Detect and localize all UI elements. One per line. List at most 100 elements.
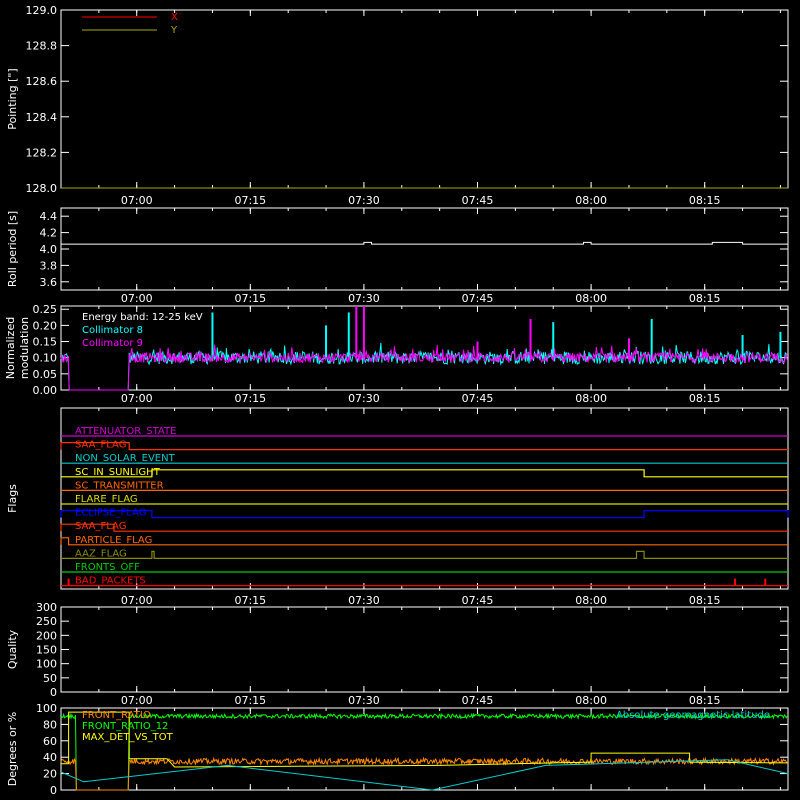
modulation-series-0 bbox=[60, 342, 788, 391]
flag-label: NON_SOLAR_EVENT bbox=[75, 453, 176, 464]
quality-ytick-label: 250 bbox=[36, 615, 57, 628]
flags-xtick-label: 08:15 bbox=[689, 594, 721, 607]
ratios-ytick-label: 20 bbox=[43, 768, 57, 781]
flags-xtick-label: 07:15 bbox=[234, 594, 266, 607]
quality-ytick-label: 300 bbox=[36, 601, 57, 614]
flag-line bbox=[60, 523, 788, 532]
modulation-series-1 bbox=[60, 344, 788, 391]
pointing-xtick-label: 07:00 bbox=[121, 194, 153, 207]
roll-ytick-label: 4.4 bbox=[40, 210, 58, 223]
flags-xtick-label: 07:00 bbox=[121, 594, 153, 607]
flag-label: PARTICLE_FLAG bbox=[75, 535, 152, 546]
flag-label: FLARE_FLAG bbox=[75, 494, 138, 505]
pointing-xtick-label: 08:00 bbox=[575, 194, 607, 207]
ratios-ytick-label: 0 bbox=[50, 784, 57, 797]
ratios-ylabel: Degrees or % bbox=[6, 712, 19, 786]
flag-label: SC_IN_SUNLIGHT bbox=[75, 467, 161, 478]
quality-xtick-label: 07:15 bbox=[234, 694, 266, 707]
pointing-xtick-label: 07:45 bbox=[462, 194, 494, 207]
quality-xtick-label: 07:00 bbox=[121, 694, 153, 707]
flag-label: SC_TRANSMITTER bbox=[75, 480, 164, 491]
pointing-legend-label: Y bbox=[170, 25, 178, 36]
pointing-ytick-label: 128.2 bbox=[26, 146, 58, 159]
modulation-ylabel: Normalized bbox=[4, 317, 17, 379]
modulation-ytick-label: 0.10 bbox=[33, 352, 58, 365]
pointing-legend-label: X bbox=[171, 12, 178, 23]
roll-ylabel: Roll period [s] bbox=[6, 211, 19, 287]
roll-ytick-label: 4.2 bbox=[40, 227, 58, 240]
modulation-legend-label: Collimator 9 bbox=[82, 338, 143, 349]
roll-xtick-label: 07:15 bbox=[234, 292, 266, 305]
ratios-legend-label: FRONT_RATIO_12 bbox=[82, 721, 168, 732]
pointing-xtick-label: 07:15 bbox=[234, 194, 266, 207]
chart-canvas: 07:00 07:15 07:30 07:45 08:00 08:15 Pointing [… bbox=[4, 4, 789, 797]
ratios-ytick-label: 60 bbox=[43, 735, 57, 748]
flag-label: FRONTS_OFF bbox=[75, 562, 140, 573]
modulation-annotation: Energy band: 12-25 keV bbox=[82, 312, 203, 323]
chart-root: 07:00 07:15 07:30 07:45 08:00 08:15 Pointing [… bbox=[4, 4, 789, 797]
modulation-ytick-label: 0.15 bbox=[33, 336, 58, 349]
flag-label: ECLIPSE_FLAG bbox=[75, 508, 146, 519]
roll-frame bbox=[60, 207, 789, 291]
quality-xtick-label: 07:30 bbox=[348, 694, 380, 707]
modulation-ytick-label: 0.20 bbox=[33, 319, 58, 332]
flag-line bbox=[60, 442, 788, 451]
flag-line bbox=[61, 550, 788, 560]
pointing-xtick-label: 07:30 bbox=[348, 194, 380, 207]
pointing-xtick-label: 08:15 bbox=[689, 194, 721, 207]
flags-xtick-label: 08:00 bbox=[575, 594, 607, 607]
flags-ylabel: Flags bbox=[6, 484, 19, 513]
ratios-annotation: Absolute geomagnetic latitude bbox=[616, 710, 770, 721]
roll-ytick-label: 3.8 bbox=[40, 259, 58, 272]
modulation-xtick-label: 08:00 bbox=[575, 392, 607, 405]
roll-xtick-label: 07:00 bbox=[121, 292, 153, 305]
quality-xtick-label: 07:45 bbox=[462, 694, 494, 707]
quality-ytick-label: 100 bbox=[36, 658, 57, 671]
roll-ytick-label: 3.6 bbox=[40, 276, 58, 289]
ratios-ytick-label: 100 bbox=[36, 702, 57, 715]
ratios-legend-label: MAX_DET_VS_TOT bbox=[82, 732, 174, 743]
flag-label: AAZ_FLAG bbox=[75, 548, 127, 559]
flags-xtick-label: 07:30 bbox=[348, 594, 380, 607]
quality-ytick-label: 150 bbox=[36, 644, 57, 657]
pointing-ylabel: Pointing ["] bbox=[6, 68, 19, 129]
flag-label: SAA_FLAG bbox=[75, 521, 126, 532]
roll-xtick-label: 08:15 bbox=[689, 292, 721, 305]
ratios-ytick-label: 80 bbox=[43, 718, 57, 731]
flag-label: SAA_FLAG bbox=[75, 440, 126, 451]
modulation-ytick-label: 0.00 bbox=[33, 384, 58, 397]
modulation-ytick-label: 0.05 bbox=[33, 368, 58, 381]
flag-label: ATTENUATOR_STATE bbox=[75, 426, 176, 437]
ratios-series-0 bbox=[60, 712, 788, 791]
modulation-xtick-label: 07:00 bbox=[121, 392, 153, 405]
quality-ylabel: Quality bbox=[6, 629, 19, 669]
modulation-xtick-label: 08:15 bbox=[689, 392, 721, 405]
quality-ytick-label: 50 bbox=[43, 672, 57, 685]
quality-ytick-label: 200 bbox=[36, 629, 57, 642]
modulation-legend-label: Collimator 8 bbox=[82, 325, 143, 336]
quality-frame bbox=[60, 606, 789, 693]
pointing-frame bbox=[60, 9, 789, 189]
roll-ytick-label: 4.0 bbox=[40, 243, 58, 256]
pointing-ytick-label: 128.0 bbox=[26, 182, 58, 195]
flag-line bbox=[60, 510, 789, 519]
ratios-series-1 bbox=[60, 756, 788, 791]
roll-xtick-label: 07:30 bbox=[348, 292, 380, 305]
roll-series bbox=[61, 241, 788, 245]
modulation-xtick-label: 07:45 bbox=[462, 392, 494, 405]
pointing-ytick-label: 128.6 bbox=[26, 75, 58, 88]
modulation-xtick-label: 07:15 bbox=[234, 392, 266, 405]
ratios-ytick-label: 40 bbox=[43, 751, 57, 764]
flag-label: BAD_PACKETS bbox=[75, 576, 146, 587]
ratios-series-3 bbox=[60, 759, 789, 791]
pointing-ytick-label: 129.0 bbox=[26, 4, 58, 17]
modulation-xtick-label: 07:30 bbox=[348, 392, 380, 405]
modulation-ytick-label: 0.25 bbox=[33, 303, 58, 316]
roll-xtick-label: 08:00 bbox=[575, 292, 607, 305]
ratios-legend-label: FRONT_RATIO bbox=[82, 710, 151, 721]
roll-xtick-label: 07:45 bbox=[462, 292, 494, 305]
flags-xtick-label: 07:45 bbox=[462, 594, 494, 607]
flag-line bbox=[60, 537, 788, 546]
pointing-ytick-label: 128.4 bbox=[26, 111, 58, 124]
pointing-ytick-label: 128.8 bbox=[26, 40, 58, 53]
